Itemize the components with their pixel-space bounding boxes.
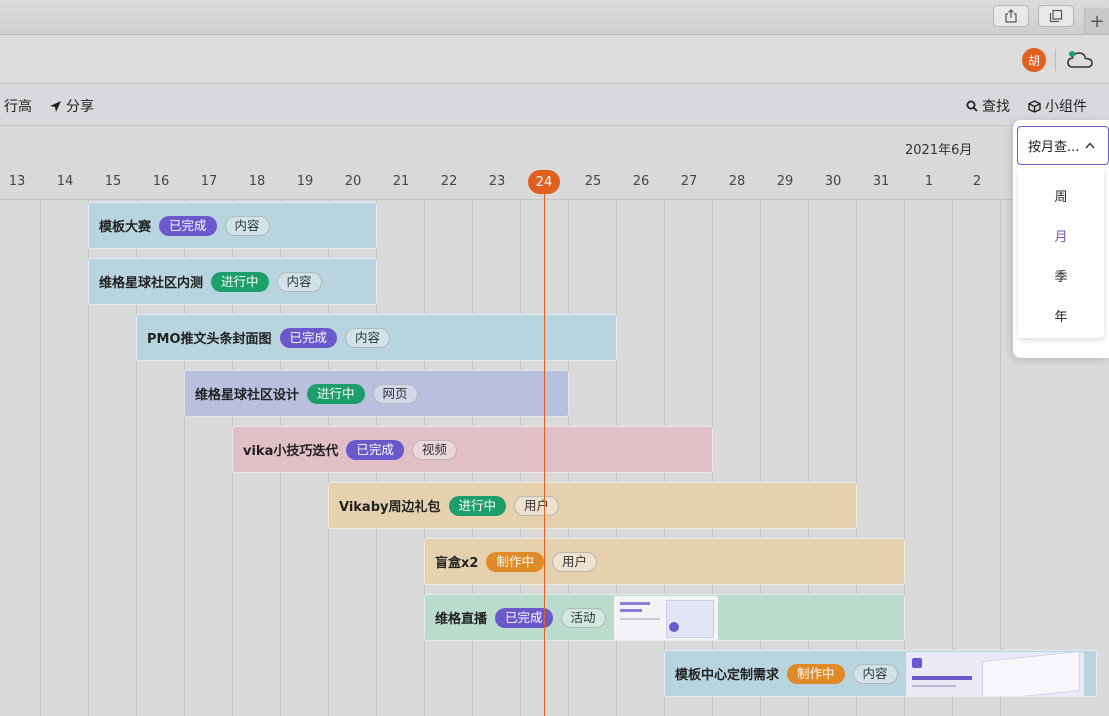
day-label: 25 [584, 174, 602, 189]
day-label: 30 [824, 174, 842, 189]
grid-line [1000, 200, 1001, 716]
category-tag: 网页 [372, 383, 418, 404]
cube-icon [1028, 99, 1041, 113]
send-icon [50, 100, 61, 112]
option-year[interactable]: 年 [1018, 306, 1104, 325]
day-label: 22 [440, 174, 458, 189]
share-page-button[interactable] [993, 5, 1029, 27]
new-tab-button[interactable]: + [1084, 8, 1109, 34]
attachment-thumbnail[interactable] [613, 595, 718, 640]
category-tag: 内容 [852, 663, 898, 684]
task-name: PMO推文头条封面图 [147, 332, 272, 347]
category-tag: 视频 [411, 439, 457, 460]
share-button[interactable]: 分享 [49, 96, 94, 116]
task-bar[interactable]: 维格星球社区内测 进行中 内容 [88, 258, 377, 305]
day-label: 14 [56, 174, 74, 189]
task-name: 维格直播 [435, 612, 488, 627]
today-marker-line [544, 194, 545, 716]
day-label: 1 [924, 174, 934, 189]
search-icon [966, 100, 978, 112]
tabs-icon [1049, 9, 1063, 23]
day-label: 28 [728, 174, 746, 189]
task-bar[interactable]: 盲盒x2 制作中 用户 [424, 538, 905, 585]
day-label: 17 [200, 174, 218, 189]
task-bar[interactable]: 模板大赛 已完成 内容 [88, 202, 377, 249]
plus-icon: + [1089, 10, 1105, 32]
view-toolbar: 行高 分享 查找 小组件 [0, 84, 1109, 126]
task-name: 维格星球社区内测 [99, 276, 204, 291]
timeline-header: 2021年6月 13 14 15 16 17 18 19 20 21 22 23 24 25 26 27 28… [0, 126, 1109, 200]
share-label: 分享 [66, 99, 94, 115]
task-name: Vikaby周边礼包 [339, 500, 441, 515]
day-label: 27 [680, 174, 698, 189]
status-badge: 制作中 [486, 551, 544, 572]
search-label: 查找 [982, 99, 1010, 115]
header-divider [1055, 49, 1056, 71]
row-height-button[interactable]: 行高 [4, 96, 32, 116]
status-badge: 进行中 [307, 383, 365, 404]
day-label: 26 [632, 174, 650, 189]
day-label: 21 [392, 174, 410, 189]
category-tag: 内容 [276, 271, 322, 292]
status-badge: 已完成 [346, 439, 404, 460]
option-month[interactable]: 月 [1018, 226, 1104, 245]
chevron-up-icon [1085, 142, 1095, 149]
search-button[interactable]: 查找 [966, 96, 1010, 116]
day-label: 13 [8, 174, 26, 189]
app-window: + 胡 行高 分享 查找 小组件 2021年6月 13 14 15 16 17 … [0, 0, 1109, 716]
category-tag: 用户 [514, 495, 560, 516]
day-label: 19 [296, 174, 314, 189]
task-bar[interactable]: Vikaby周边礼包 进行中 用户 [328, 482, 857, 529]
category-tag: 内容 [224, 215, 270, 236]
day-label: 15 [104, 174, 122, 189]
task-bar[interactable]: 维格直播 已完成 活动 [424, 594, 905, 641]
status-badge: 制作中 [787, 663, 845, 684]
cloud-sync-icon[interactable] [1066, 49, 1094, 71]
today-indicator: 24 [528, 170, 560, 194]
grid-line [40, 200, 41, 716]
day-label: 16 [152, 174, 170, 189]
status-badge: 已完成 [159, 215, 217, 236]
grid-line [952, 200, 953, 716]
view-mode-dropdown: 按月查... 周 月 季 年 [1013, 120, 1109, 358]
category-tag: 活动 [560, 607, 606, 628]
gantt-grid: 模板大赛 已完成 内容 维格星球社区内测 进行中 内容 PMO推文头条封面图 已… [0, 200, 1109, 716]
task-name: 盲盒x2 [435, 556, 479, 571]
task-bar[interactable]: 维格星球社区设计 进行中 网页 [184, 370, 569, 417]
task-bar[interactable]: vika小技巧迭代 已完成 视频 [232, 426, 713, 473]
view-mode-select[interactable]: 按月查... [1017, 126, 1109, 165]
view-mode-menu: 周 月 季 年 [1018, 168, 1104, 338]
status-badge: 已完成 [279, 327, 338, 348]
status-badge: 进行中 [211, 271, 269, 292]
row-height-label: 行高 [4, 99, 32, 115]
day-label: 18 [248, 174, 266, 189]
task-bar[interactable]: 模板中心定制需求 制作中 内容 [664, 650, 1097, 697]
day-label: 29 [776, 174, 794, 189]
widget-label: 小组件 [1045, 99, 1087, 115]
month-label: 2021年6月 [905, 143, 973, 158]
app-header: 胡 [0, 35, 1109, 84]
view-mode-value: 按月查... [1028, 140, 1080, 155]
browser-chrome: + [0, 0, 1109, 35]
day-label: 23 [488, 174, 506, 189]
task-name: 维格星球社区设计 [195, 388, 300, 403]
attachment-thumbnail[interactable] [905, 651, 1084, 696]
status-badge: 进行中 [448, 495, 507, 516]
share-icon [1005, 9, 1017, 23]
day-label: 31 [872, 174, 890, 189]
category-tag: 内容 [345, 327, 391, 348]
day-label: 20 [344, 174, 362, 189]
task-name: vika小技巧迭代 [243, 444, 339, 459]
option-week[interactable]: 周 [1018, 186, 1104, 205]
category-tag: 用户 [551, 551, 597, 572]
widget-button[interactable]: 小组件 [1028, 96, 1087, 116]
task-name: 模板大赛 [99, 220, 152, 235]
task-name: 模板中心定制需求 [675, 668, 780, 683]
option-quarter[interactable]: 季 [1018, 266, 1104, 285]
avatar[interactable]: 胡 [1022, 48, 1046, 72]
day-label: 2 [972, 174, 982, 189]
tab-overview-button[interactable] [1038, 5, 1074, 27]
